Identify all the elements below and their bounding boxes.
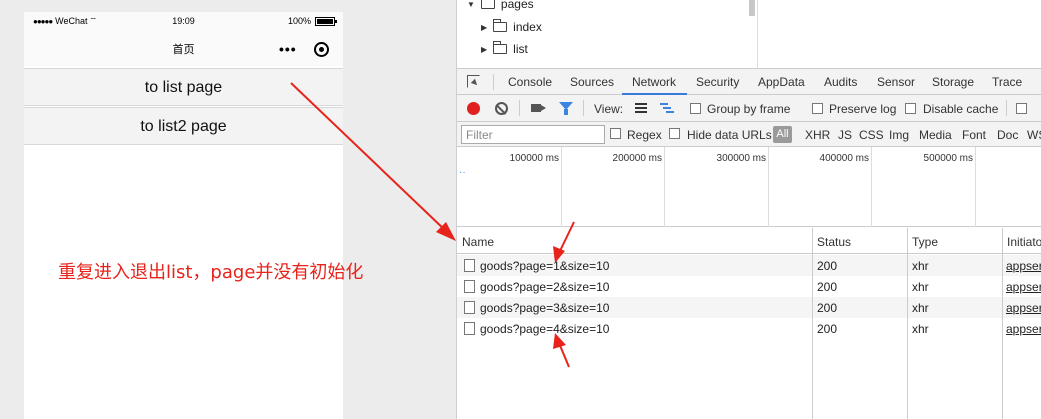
arrow-to-fourth-request [553, 333, 570, 368]
screenshot-root: ●●●●● WeChat ⌔ 19:09 100% 首页 ••• to list… [0, 0, 1041, 419]
arrow-to-first-request [553, 221, 575, 263]
arrow-to-network-panel [290, 82, 456, 241]
annotation-arrows [290, 82, 575, 368]
